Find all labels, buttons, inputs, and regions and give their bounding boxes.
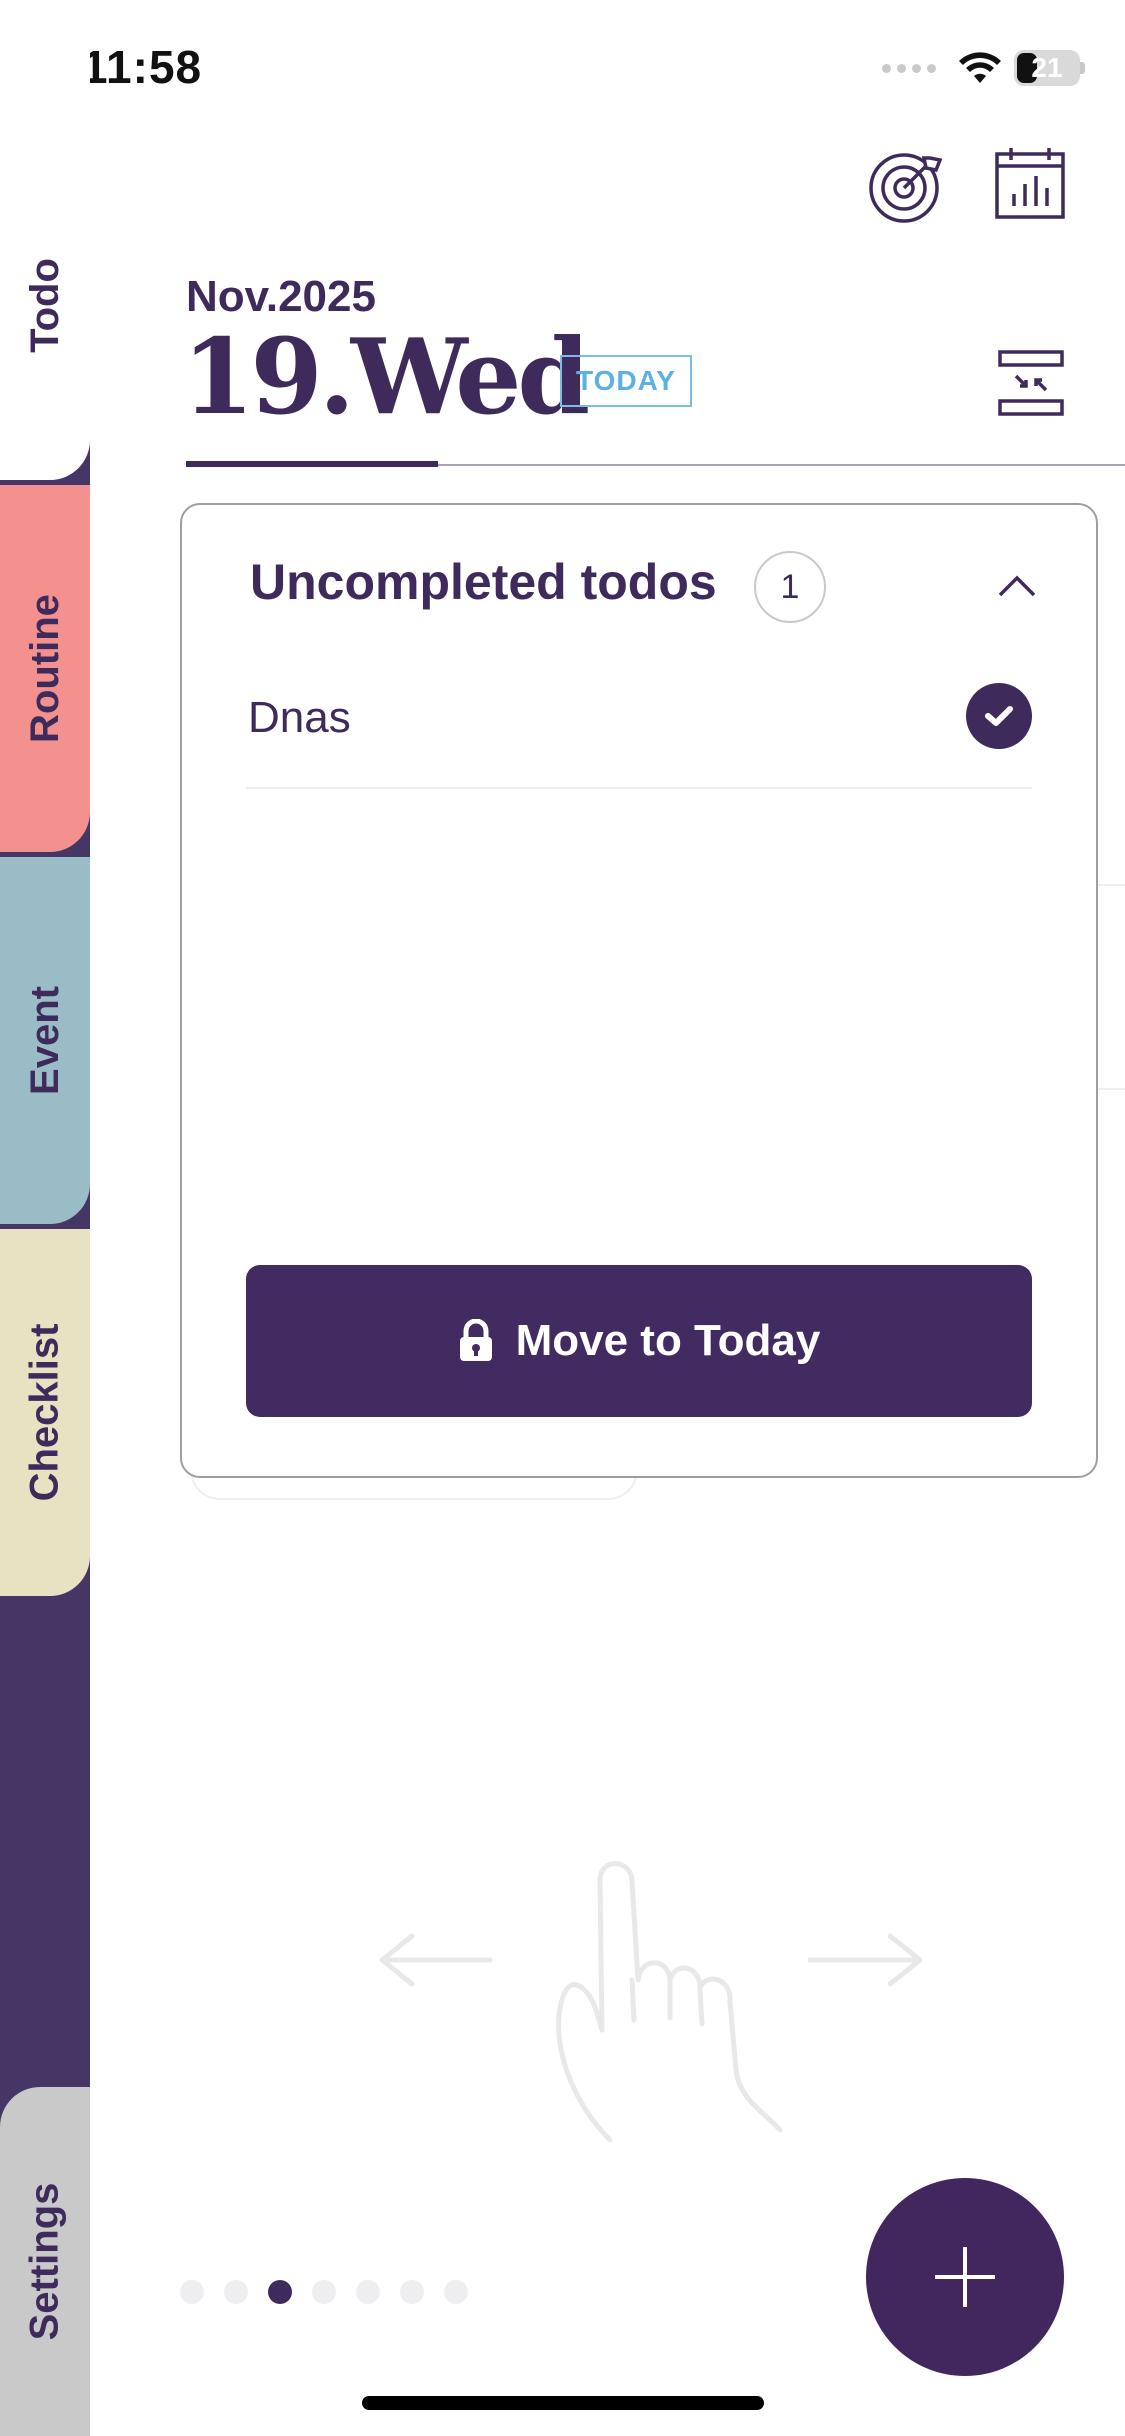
lock-icon <box>459 1319 492 1361</box>
home-indicator[interactable] <box>362 2396 764 2410</box>
side-tab-todo[interactable]: Todo <box>0 130 90 480</box>
side-tab-checklist[interactable]: Checklist <box>0 1229 90 1596</box>
swipe-hint-icon <box>370 1840 930 2160</box>
goal-target-icon[interactable] <box>868 148 944 224</box>
add-todo-button[interactable] <box>866 2178 1064 2376</box>
move-to-today-button[interactable]: Move to Today <box>246 1265 1032 1417</box>
side-tab-label: Settings <box>22 2182 67 2341</box>
cellular-signal-icon <box>882 63 936 73</box>
page-dot[interactable] <box>356 2280 380 2304</box>
side-tab-label: Routine <box>22 594 67 743</box>
header-active-indicator <box>186 461 438 467</box>
background-divider <box>1098 1088 1125 1090</box>
side-tab-label: Checklist <box>22 1323 67 1502</box>
status-icons: 21 <box>882 46 1085 90</box>
background-divider <box>1098 884 1125 886</box>
page-indicator <box>180 2280 468 2304</box>
chevron-up-icon[interactable] <box>992 561 1042 611</box>
popup-title: Uncompleted todos <box>250 554 717 610</box>
today-badge[interactable]: TODAY <box>560 355 692 407</box>
page-dot[interactable] <box>400 2280 424 2304</box>
page-dot-active[interactable] <box>268 2280 292 2304</box>
todo-text: Dnas <box>248 693 351 742</box>
plus-icon <box>935 2247 995 2307</box>
stats-calendar-icon[interactable] <box>994 146 1066 220</box>
side-tab-label: Todo <box>22 257 67 353</box>
side-tab-label: Event <box>22 986 67 1095</box>
wifi-icon <box>959 52 1001 83</box>
day-title: 19.Wed <box>182 315 590 438</box>
todo-item[interactable]: Dnas <box>246 665 1032 789</box>
battery-level: 21 <box>1031 52 1063 83</box>
count-badge: 1 <box>754 551 826 623</box>
status-time: 11:58 <box>82 41 203 93</box>
side-tab-settings[interactable]: Settings <box>0 2087 90 2436</box>
uncompleted-todos-popup: Uncompleted todos 1 Dnas Move to Today <box>180 503 1098 1478</box>
side-tab-routine[interactable]: Routine <box>0 485 90 852</box>
page-dot[interactable] <box>312 2280 336 2304</box>
move-button-label: Move to Today <box>515 1316 821 1365</box>
page-dot[interactable] <box>180 2280 204 2304</box>
checkmark-icon[interactable] <box>966 683 1032 749</box>
page-dot[interactable] <box>444 2280 468 2304</box>
battery-icon: 21 <box>1014 50 1080 86</box>
collapse-icon[interactable] <box>998 350 1064 416</box>
page-dot[interactable] <box>224 2280 248 2304</box>
side-tab-event[interactable]: Event <box>0 857 90 1224</box>
